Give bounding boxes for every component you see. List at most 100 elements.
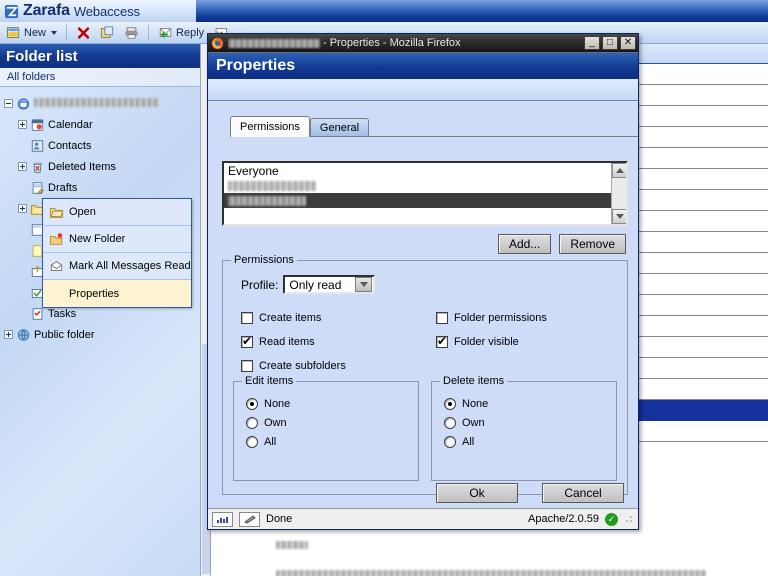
close-button[interactable]: ✕ <box>620 36 636 50</box>
permission-user-item[interactable] <box>224 178 626 193</box>
reply-button-label: Reply <box>176 27 204 39</box>
delete-items-options: None OwnAll <box>444 394 616 451</box>
permissions-fieldset: Permissions Profile: Only read Create it… <box>222 260 628 495</box>
collapse-icon[interactable] <box>4 99 13 108</box>
radio-row[interactable]: Own <box>444 413 616 432</box>
print-button[interactable] <box>122 23 141 43</box>
radio-row[interactable]: None <box>246 394 418 413</box>
user-list-scrollbar[interactable] <box>611 163 626 224</box>
add-user-button[interactable]: Add... <box>498 234 551 254</box>
permission-user-item[interactable] <box>224 193 626 208</box>
reply-button[interactable]: Reply <box>156 23 206 43</box>
tab-permissions[interactable]: Permissions <box>230 116 310 137</box>
radio-edit-all[interactable] <box>246 436 258 448</box>
cancel-button[interactable]: Cancel <box>542 483 624 503</box>
new-mail-icon <box>6 26 21 40</box>
permission-checkboxes-left: Create itemsRead items Create subfolders <box>241 306 436 378</box>
checkbox-row[interactable]: Folder visible <box>436 330 636 354</box>
radio-delete-none[interactable] <box>444 398 456 410</box>
folder-tree-item-contacts[interactable]: Contacts <box>0 135 200 156</box>
sidebar-subtitle: All folders <box>0 68 200 87</box>
scroll-down-arrow-icon[interactable] <box>612 209 627 224</box>
sidebar-title: Folder list <box>0 44 200 68</box>
radio-delete-all[interactable] <box>444 436 456 448</box>
checkbox-folder-permissions[interactable] <box>436 312 448 324</box>
toolbar-separator <box>66 25 67 40</box>
radio-row[interactable]: Own <box>246 413 418 432</box>
move-copy-button[interactable] <box>98 23 117 43</box>
expand-icon[interactable] <box>18 204 27 213</box>
ok-button[interactable]: Ok <box>436 483 518 503</box>
checkbox-folder-visible[interactable] <box>436 336 448 348</box>
radio-label: None <box>264 398 290 410</box>
properties-dialog-window: - Properties - Mozilla Firefox _ □ ✕ Pro… <box>207 33 639 530</box>
remove-user-button[interactable]: Remove <box>559 234 626 254</box>
expand-icon[interactable] <box>18 120 27 129</box>
tab-general[interactable]: General <box>310 118 369 137</box>
tab-label: Permissions <box>240 121 300 133</box>
delete-button[interactable] <box>74 23 93 43</box>
open-folder-icon <box>49 205 64 219</box>
permission-user-item[interactable]: Everyone <box>224 163 626 178</box>
radio-edit-own[interactable] <box>246 417 258 429</box>
brand-subtitle: Webaccess <box>74 4 140 19</box>
folder-context-menu[interactable]: Open New Folder Mark All Messages Read Prop… <box>42 198 192 308</box>
context-menu-item-label: New Folder <box>69 233 125 245</box>
radio-edit-none[interactable] <box>246 398 258 410</box>
checkbox-row[interactable]: Folder permissions <box>436 306 636 330</box>
toolbar-separator-2 <box>148 25 149 40</box>
radio-label: None <box>462 398 488 410</box>
folder-tree-item-deleted-items[interactable]: Deleted Items <box>0 156 200 177</box>
radio-row[interactable]: All <box>246 432 418 451</box>
profile-select[interactable]: Only read <box>283 275 375 294</box>
maximize-button[interactable]: □ <box>602 36 618 50</box>
context-menu-item-mark-all-messages-read[interactable]: Mark All Messages Read <box>43 253 191 280</box>
checkbox-create-subfolders[interactable] <box>241 360 253 372</box>
folder-tree-item-drafts[interactable]: Drafts <box>0 177 200 198</box>
folder-tree-item-public-folder[interactable]: Public folder <box>0 324 200 345</box>
resize-grip-icon[interactable] <box>624 514 634 524</box>
reply-icon <box>158 26 173 40</box>
chevron-down-icon[interactable] <box>355 277 372 292</box>
mailbox-icon <box>16 97 31 111</box>
checkbox-row[interactable]: Read items <box>241 330 436 354</box>
screen: Zarafa Webaccess New <box>0 0 768 576</box>
folder-tree-item-calendar[interactable]: Calendar <box>0 114 200 135</box>
folder-tree-item-label: Drafts <box>48 182 77 194</box>
checkbox-read-items[interactable] <box>241 336 253 348</box>
window-controls: _ □ ✕ <box>584 36 636 50</box>
checkbox-label: Folder visible <box>454 336 519 348</box>
dialog-title-label: - Properties - Mozilla Firefox <box>323 37 461 49</box>
zarafa-logo-icon <box>4 4 19 19</box>
new-button-label: New <box>24 27 46 39</box>
checkbox-create-items[interactable] <box>241 312 253 324</box>
minimize-button[interactable]: _ <box>584 36 600 50</box>
page-progress-icon[interactable] <box>212 512 233 527</box>
checkbox-label: Create subfolders <box>259 360 346 372</box>
checkbox-row[interactable]: Create items <box>241 306 436 330</box>
permission-radio-groups: Edit items NoneOwnAll Delete items NoneO… <box>233 381 617 481</box>
new-button[interactable]: New <box>4 23 59 43</box>
tab-label: General <box>320 122 359 134</box>
radio-label: All <box>264 436 276 448</box>
context-menu-item-properties[interactable]: Properties <box>43 280 191 307</box>
context-menu-item-label: Open <box>69 206 96 218</box>
dialog-titlebar[interactable]: - Properties - Mozilla Firefox _ □ ✕ <box>208 34 638 52</box>
context-menu-item-label: Mark All Messages Read <box>69 260 191 272</box>
folder-tree-item-redacted[interactable] <box>0 93 200 114</box>
permission-user-list[interactable]: Everyone <box>222 161 628 226</box>
context-menu-item-new-folder[interactable]: New Folder <box>43 226 191 253</box>
status-text: Done <box>266 513 292 525</box>
expand-icon[interactable] <box>18 162 27 171</box>
permission-checkboxes: Create itemsRead itemsCreate subfolders … <box>241 306 617 378</box>
context-menu-item-open[interactable]: Open <box>43 199 191 226</box>
scroll-up-arrow-icon[interactable] <box>612 163 627 178</box>
radio-row[interactable]: None <box>444 394 616 413</box>
expand-icon[interactable] <box>4 330 13 339</box>
radio-row[interactable]: All <box>444 432 616 451</box>
broken-pencil-icon[interactable] <box>239 512 260 527</box>
dialog-page-title: Properties <box>208 53 638 79</box>
chevron-down-icon[interactable] <box>51 31 57 35</box>
user-list-actions: Add... Remove <box>498 234 626 254</box>
radio-delete-own[interactable] <box>444 417 456 429</box>
